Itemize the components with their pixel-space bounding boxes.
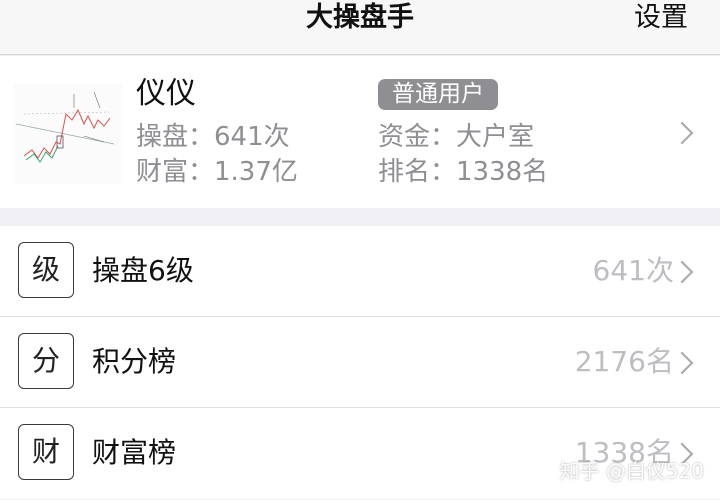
list-item-value: 641次 (592, 254, 674, 287)
chevron-right-icon (670, 121, 694, 145)
profile-card[interactable]: 仪仪 普通用户 操盘：641次 财富：1.37亿 资金：大户室 排名：1338名 (0, 56, 720, 208)
user-name: 仪仪 (136, 76, 196, 111)
list-item-points-ranking[interactable]: 分 积分榜 2176名 (0, 317, 720, 408)
stock-chart-avatar-icon (15, 91, 115, 163)
chevron-right-icon (670, 260, 694, 284)
funds-level: 资金：大户室 (378, 122, 535, 152)
level-icon: 级 (18, 242, 74, 298)
list-item-wealth-ranking[interactable]: 财 财富榜 1338名 (0, 408, 720, 499)
list-item-value: 2176名 (574, 345, 674, 378)
watermark: 知乎 @白仪520 (559, 459, 704, 483)
rank-value: 排名：1338名 (378, 157, 549, 187)
settings-button[interactable]: 设置 (634, 0, 688, 36)
wealth-icon: 财 (18, 424, 74, 480)
list-item-label: 财富榜 (92, 436, 177, 469)
trade-count: 操盘：641次 (136, 122, 290, 152)
list-item-label: 积分榜 (92, 345, 177, 378)
list-item-label: 操盘6级 (92, 254, 194, 287)
avatar (14, 84, 122, 184)
user-level-badge: 普通用户 (378, 79, 498, 110)
list-item-level[interactable]: 级 操盘6级 641次 (0, 226, 720, 317)
nav-bar: 大操盘手 设置 (0, 0, 720, 55)
wealth-value: 财富：1.37亿 (136, 157, 298, 187)
chevron-right-icon (670, 351, 694, 375)
page-title: 大操盘手 (306, 2, 414, 33)
points-icon: 分 (18, 333, 74, 389)
